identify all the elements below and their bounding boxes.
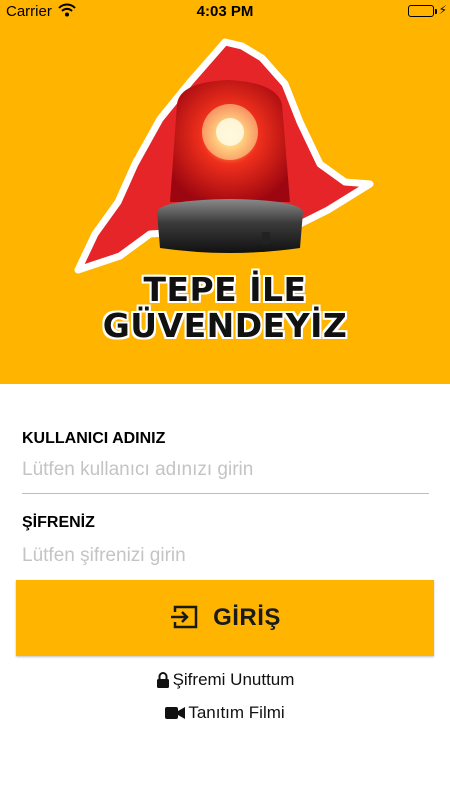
lock-icon — [156, 671, 170, 689]
charging-bolt-icon: ⚡ — [438, 3, 447, 17]
username-input[interactable] — [22, 452, 429, 488]
video-camera-icon — [165, 706, 186, 720]
hero-banner: TEPE İLE GÜVENDEYİZ — [0, 24, 450, 384]
intro-video-link[interactable]: Tanıtım Filmi — [0, 703, 450, 723]
logo-line-2: GÜVENDEYİZ — [102, 306, 348, 345]
battery-tip — [435, 9, 437, 14]
status-bar: Carrier 4:03 PM ⚡ — [0, 0, 450, 24]
forgot-password-label: Şifremi Unuttum — [172, 670, 295, 689]
login-button-label: GİRİŞ — [213, 604, 281, 631]
siren-base — [157, 199, 303, 253]
logo-line-1: TEPE İLE — [143, 270, 307, 309]
battery-icon — [408, 5, 434, 17]
password-input[interactable] — [22, 538, 429, 574]
username-label: KULLANICI ADINIZ — [22, 430, 166, 447]
login-button[interactable]: GİRİŞ — [16, 580, 434, 656]
status-time: 4:03 PM — [196, 3, 254, 20]
login-icon — [169, 604, 199, 633]
forgot-password-link[interactable]: Şifremi Unuttum — [0, 670, 450, 690]
intro-video-label: Tanıtım Filmi — [188, 703, 285, 722]
username-divider — [22, 493, 429, 494]
password-label: ŞİFRENİZ — [22, 514, 95, 531]
